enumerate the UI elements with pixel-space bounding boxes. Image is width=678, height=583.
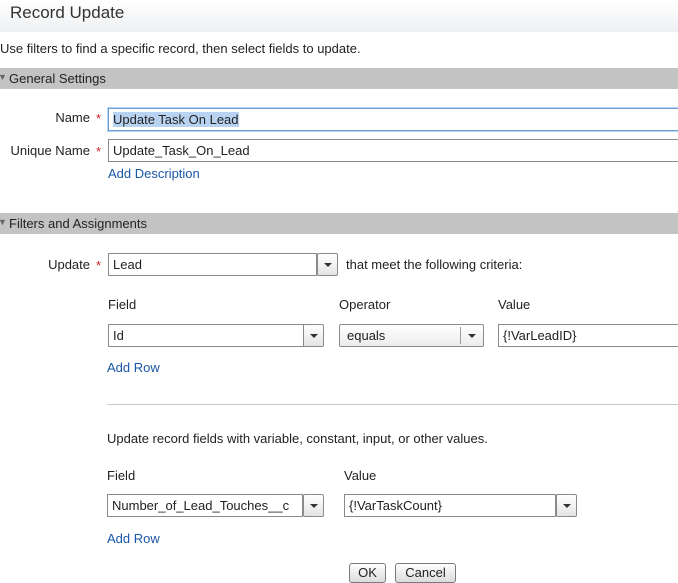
ok-button[interactable]: OK xyxy=(349,563,386,583)
chevron-down-icon xyxy=(563,504,571,508)
filter-field-dropdown-button[interactable] xyxy=(303,324,324,347)
assignment-value-text: {!VarTaskCount} xyxy=(349,498,442,513)
filter-operator-value: equals xyxy=(347,328,386,343)
update-label: Update xyxy=(48,257,90,272)
required-icon: * xyxy=(96,111,102,126)
name-label: Name xyxy=(55,110,90,125)
collapse-triangle-icon[interactable]: ▼ xyxy=(0,217,7,227)
required-icon: * xyxy=(96,144,102,159)
chevron-down-icon xyxy=(310,334,318,338)
unique-name-input-value: Update_Task_On_Lead xyxy=(113,143,250,158)
section-title: General Settings xyxy=(9,71,106,86)
assignment-add-row-link[interactable]: Add Row xyxy=(107,531,160,546)
section-title: Filters and Assignments xyxy=(9,216,148,231)
section-general-settings[interactable]: ▼ General Settings xyxy=(0,68,678,89)
update-object-input[interactable]: Lead xyxy=(108,253,317,276)
assignment-value-header: Value xyxy=(344,468,377,483)
filter-field-value: Id xyxy=(113,328,124,343)
name-input[interactable]: Update Task On Lead xyxy=(108,108,678,131)
dialog-header: Record Update xyxy=(0,0,678,32)
chevron-down-icon xyxy=(324,263,332,267)
filter-field-input[interactable]: Id xyxy=(108,324,304,347)
intro-text: Use filters to find a specific record, t… xyxy=(0,41,361,56)
filter-value-text: {!VarLeadID} xyxy=(503,328,577,343)
cancel-button[interactable]: Cancel xyxy=(395,563,456,583)
chevron-down-icon xyxy=(310,504,318,508)
section-filters-assignments[interactable]: ▼ Filters and Assignments xyxy=(0,213,678,234)
assignment-description: Update record fields with variable, cons… xyxy=(107,431,488,446)
update-object-value: Lead xyxy=(113,257,142,272)
assignment-field-dropdown-button[interactable] xyxy=(303,494,324,517)
filter-value-input[interactable]: {!VarLeadID} xyxy=(498,324,678,347)
filter-value-header: Value xyxy=(498,297,531,312)
chevron-down-icon xyxy=(468,334,476,338)
criteria-text: that meet the following criteria: xyxy=(346,257,523,272)
unique-name-label: Unique Name xyxy=(10,143,91,158)
assignment-field-header: Field xyxy=(107,468,136,483)
divider xyxy=(107,404,678,405)
filter-operator-select[interactable]: equals xyxy=(339,324,484,347)
assignment-value-input[interactable]: {!VarTaskCount} xyxy=(344,494,556,517)
collapse-triangle-icon[interactable]: ▼ xyxy=(0,72,7,82)
update-object-dropdown-button[interactable] xyxy=(317,253,338,276)
assignment-value-dropdown-button[interactable] xyxy=(556,494,577,517)
filter-add-row-link[interactable]: Add Row xyxy=(107,360,160,375)
assignment-field-value: Number_of_Lead_Touches__c xyxy=(112,498,290,513)
unique-name-input[interactable]: Update_Task_On_Lead xyxy=(108,139,678,162)
filter-operator-header: Operator xyxy=(339,297,391,312)
filter-field-header: Field xyxy=(108,297,137,312)
name-input-value: Update Task On Lead xyxy=(113,112,239,127)
add-description-link[interactable]: Add Description xyxy=(108,166,200,181)
dialog-title: Record Update xyxy=(10,3,125,22)
required-icon: * xyxy=(96,258,102,273)
assignment-field-input[interactable]: Number_of_Lead_Touches__c xyxy=(107,494,303,517)
